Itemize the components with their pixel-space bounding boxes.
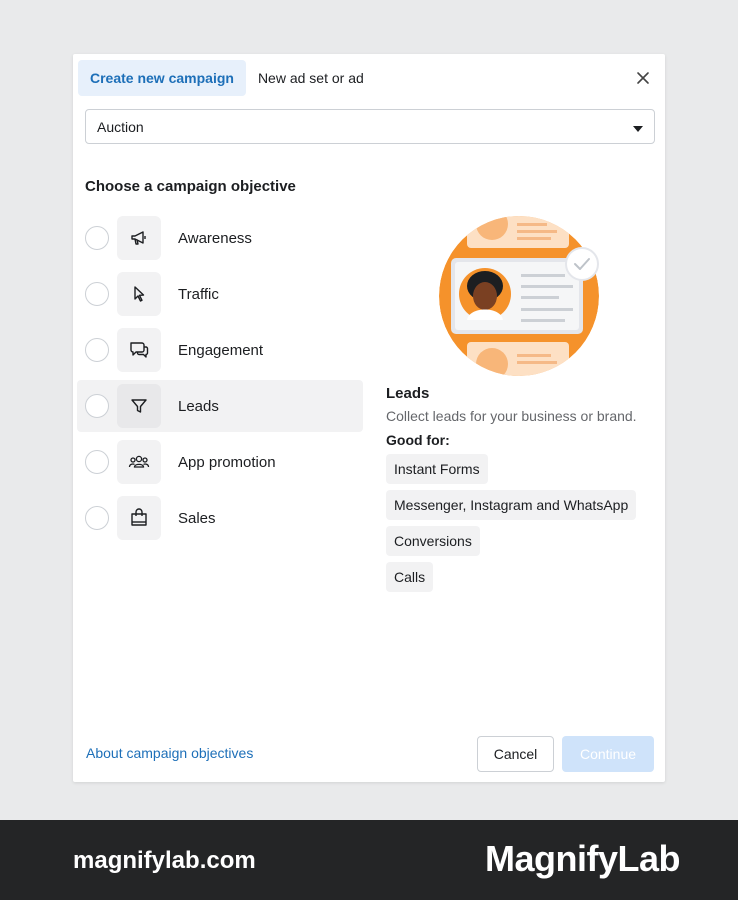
shopping-bag-icon — [117, 496, 161, 540]
objective-awareness[interactable]: Awareness — [77, 212, 363, 264]
people-icon — [117, 440, 161, 484]
objective-detail: Leads Collect leads for your business or… — [386, 385, 656, 598]
radio-button[interactable] — [85, 226, 109, 250]
create-campaign-dialog: Create new campaign New ad set or ad Auc… — [73, 54, 665, 782]
objective-label: Leads — [178, 397, 219, 415]
cancel-button[interactable]: Cancel — [477, 736, 554, 772]
objective-leads[interactable]: Leads — [77, 380, 363, 432]
objective-app-promotion[interactable]: App promotion — [77, 436, 363, 488]
objective-label: App promotion — [178, 453, 276, 471]
detail-title: Leads — [386, 385, 430, 402]
cursor-icon — [117, 272, 161, 316]
objective-label: Traffic — [178, 285, 219, 303]
good-for-label: Good for: — [386, 432, 450, 448]
dialog-tabs: Create new campaign New ad set or ad — [78, 60, 376, 96]
megaphone-icon — [117, 216, 161, 260]
detail-description: Collect leads for your business or brand… — [386, 408, 637, 424]
chat-bubbles-icon — [117, 328, 161, 372]
objective-engagement[interactable]: Engagement — [77, 324, 363, 376]
objective-heading: Choose a campaign objective — [85, 178, 296, 195]
brand-logo: MagnifyLab — [484, 838, 681, 879]
tab-new-ad-set-or-ad[interactable]: New ad set or ad — [246, 60, 376, 96]
good-for-chip: Messenger, Instagram and WhatsApp — [386, 490, 637, 520]
buying-type-value: Auction — [97, 118, 144, 135]
radio-button[interactable] — [85, 450, 109, 474]
objective-traffic[interactable]: Traffic — [77, 268, 363, 320]
close-icon[interactable] — [635, 70, 651, 86]
objective-label: Engagement — [178, 341, 264, 359]
radio-button[interactable] — [85, 282, 109, 306]
radio-button[interactable] — [85, 394, 109, 418]
about-objectives-link[interactable]: About campaign objectives — [86, 745, 253, 761]
buying-type-select[interactable]: Auction — [85, 109, 655, 144]
objective-label: Awareness — [178, 229, 252, 247]
good-for-chip: Instant Forms — [386, 454, 488, 484]
branding-footer: magnifylab.com MagnifyLab — [0, 820, 738, 900]
radio-button[interactable] — [85, 338, 109, 362]
website-text: magnifylab.com — [73, 847, 256, 874]
radio-button[interactable] — [85, 506, 109, 530]
tab-create-new-campaign[interactable]: Create new campaign — [78, 60, 246, 96]
objective-label: Sales — [178, 509, 216, 527]
good-for-chip: Conversions — [386, 526, 480, 556]
caret-down-icon — [633, 119, 643, 135]
good-for-chips: Instant Forms Messenger, Instagram and W… — [386, 454, 656, 598]
objective-list: Awareness Traffic Engagement Leads App p… — [77, 212, 363, 548]
continue-button[interactable]: Continue — [562, 736, 654, 772]
leads-illustration — [437, 214, 607, 384]
funnel-icon — [117, 384, 161, 428]
objective-sales[interactable]: Sales — [77, 492, 363, 544]
good-for-chip: Calls — [386, 562, 434, 592]
